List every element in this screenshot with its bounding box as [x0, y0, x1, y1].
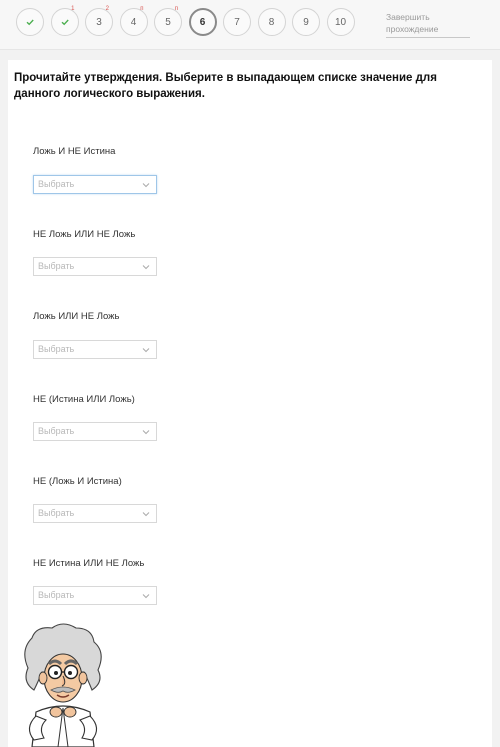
question-text: Прочитайте утверждения. Выберите в выпад…: [14, 72, 437, 100]
step-number: 7: [234, 16, 240, 28]
step-mark: п: [140, 6, 144, 12]
chevron-down-icon: [142, 512, 150, 517]
step-number: 10: [334, 16, 347, 28]
statement-6-label: НЕ Истина ИЛИ НЕ Ложь: [33, 558, 145, 569]
step-mark: 2: [105, 6, 109, 12]
step-5[interactable]: 5 п: [154, 6, 182, 36]
chevron-down-icon: [142, 183, 150, 188]
select-placeholder: Выбрать: [38, 179, 75, 189]
select-placeholder: Выбрать: [38, 508, 75, 518]
step-3[interactable]: 3 2: [85, 6, 113, 36]
step-number: 9: [303, 16, 309, 28]
statement-5-select[interactable]: Выбрать: [33, 504, 157, 523]
statement-1-label: Ложь И НЕ Истина: [33, 146, 116, 157]
finish-link[interactable]: Завершить прохождение: [386, 11, 470, 38]
check-icon: [26, 19, 34, 26]
step-7[interactable]: 7: [223, 8, 251, 36]
step-number: 3: [96, 16, 102, 28]
statement-2-label: НЕ Ложь ИЛИ НЕ Ложь: [33, 229, 136, 240]
step-mark: п: [174, 6, 178, 12]
statement-2-select[interactable]: Выбрать: [33, 257, 157, 276]
statement-4-select[interactable]: Выбрать: [33, 422, 157, 441]
select-placeholder: Выбрать: [38, 344, 75, 354]
step-1[interactable]: [16, 8, 44, 36]
step-9[interactable]: 9: [292, 8, 320, 36]
step-number: 4: [130, 16, 137, 28]
chevron-down-icon: [142, 348, 150, 353]
select-placeholder: Выбрать: [38, 426, 75, 436]
professor-mascot-illustration: [24, 623, 102, 747]
statement-6-select[interactable]: Выбрать: [33, 586, 157, 605]
step-number: 8: [268, 16, 275, 28]
step-8[interactable]: 8: [257, 8, 286, 36]
chevron-down-icon: [142, 430, 150, 435]
step-4[interactable]: 4 п: [119, 6, 148, 36]
statement-4-label: НЕ (Истина ИЛИ Ложь): [33, 394, 135, 405]
step-2[interactable]: 1: [50, 6, 79, 36]
step-navigation: 1 3 2 4 п 5 п 6 7 8 9 10: [16, 6, 361, 36]
select-placeholder: Выбрать: [38, 261, 75, 271]
step-number: 5: [165, 16, 171, 28]
check-icon: [61, 19, 69, 26]
step-6[interactable]: 6: [188, 8, 217, 36]
statement-3-select[interactable]: Выбрать: [33, 340, 157, 359]
step-number: 6: [199, 16, 206, 28]
step-10[interactable]: 10: [326, 8, 355, 36]
chevron-down-icon: [142, 265, 150, 270]
statement-1-select[interactable]: Выбрать: [33, 175, 157, 194]
statement-3-label: Ложь ИЛИ НЕ Ложь: [33, 311, 120, 322]
chevron-down-icon: [142, 594, 150, 599]
top-bar: 1 3 2 4 п 5 п 6 7 8 9 10 Завершить прохо…: [0, 0, 500, 50]
step-mark: 1: [71, 6, 75, 12]
select-placeholder: Выбрать: [38, 590, 75, 600]
statement-5-label: НЕ (Ложь И Истина): [33, 476, 122, 487]
